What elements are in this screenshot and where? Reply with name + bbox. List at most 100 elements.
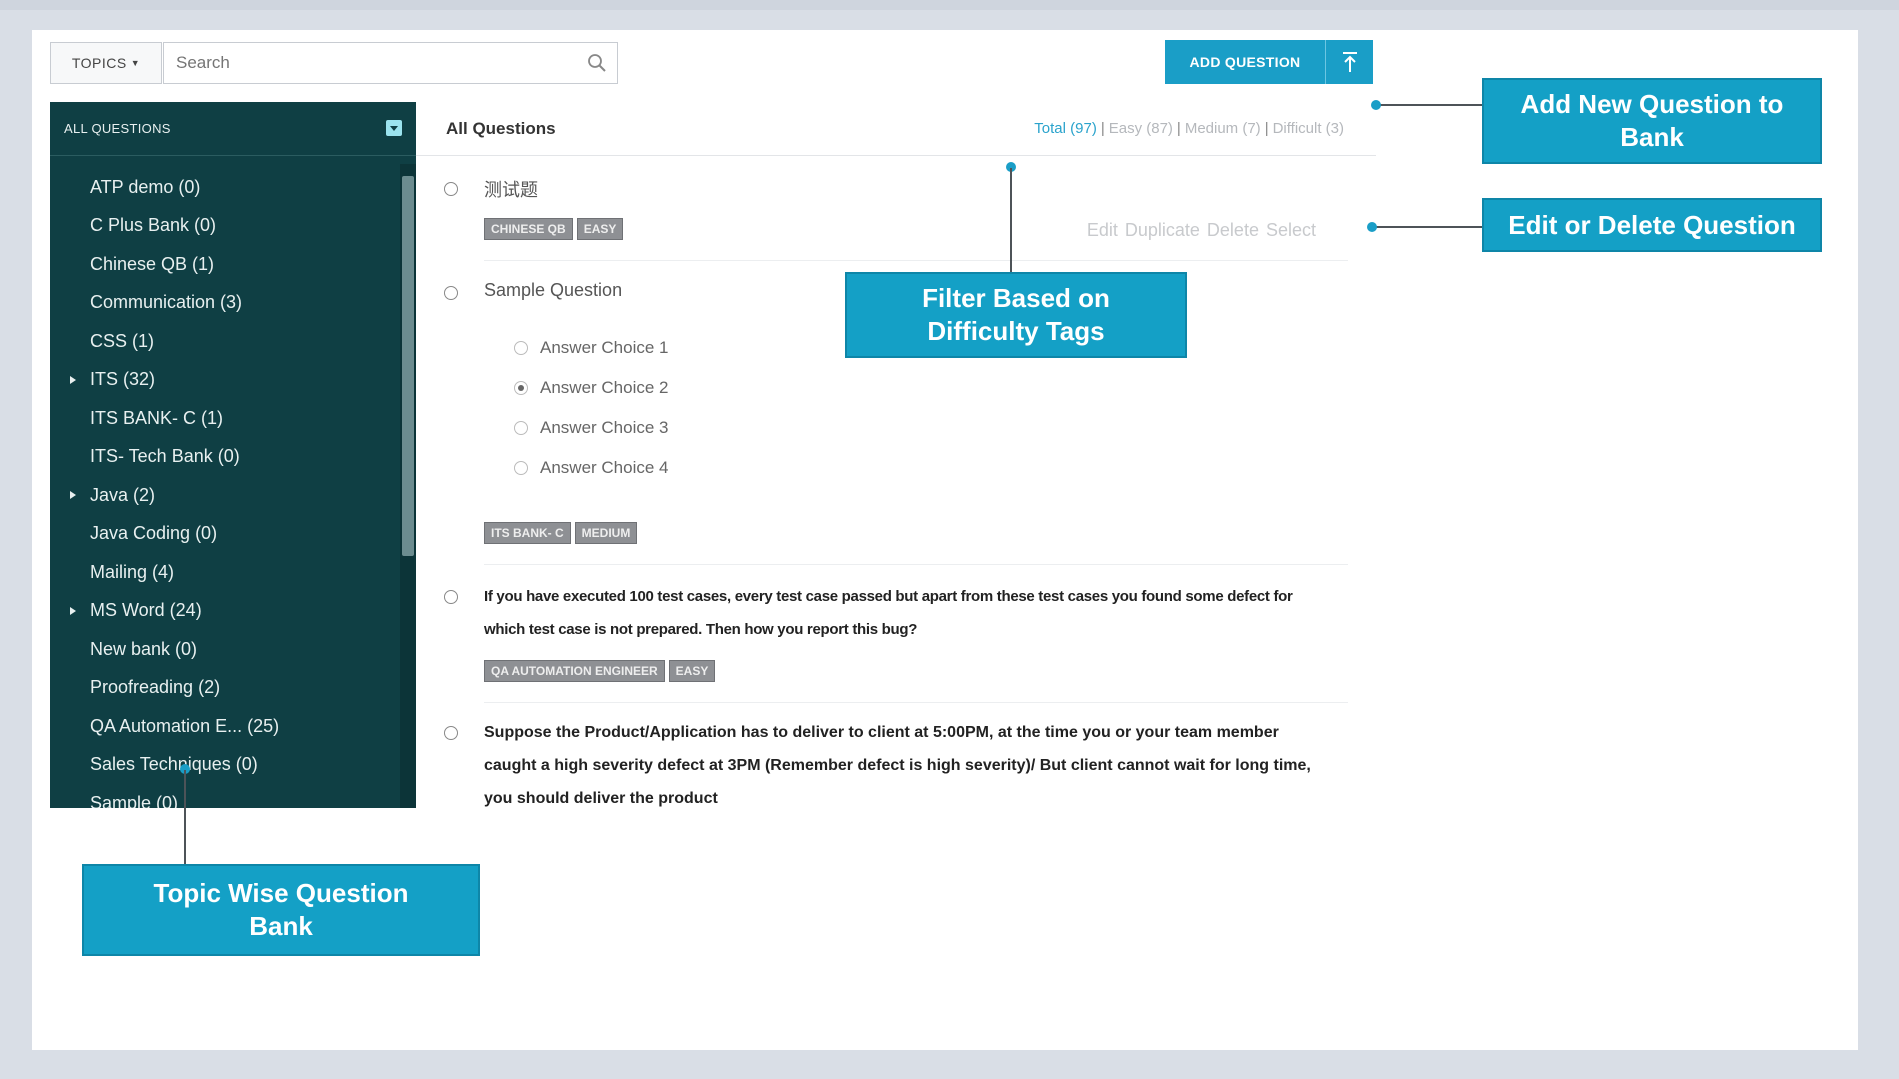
question-tags: ITS BANK- C MEDIUM <box>484 522 641 544</box>
expand-arrow-icon[interactable] <box>70 606 76 615</box>
chevron-down-icon: ▼ <box>130 58 141 68</box>
sidebar-item[interactable]: Proofreading (2) <box>50 669 400 708</box>
duplicate-link[interactable]: Duplicate <box>1125 220 1200 240</box>
question-bullet-icon[interactable] <box>444 286 458 300</box>
filter-easy[interactable]: Easy (87) <box>1109 120 1173 137</box>
sidebar-item-label: Proofreading (2) <box>90 677 221 698</box>
sidebar-item[interactable]: Communication (3) <box>50 284 400 323</box>
sidebar-item[interactable]: ITS BANK- C (1) <box>50 399 400 438</box>
question-text: Sample Question <box>484 280 623 300</box>
radio-icon[interactable] <box>514 461 528 475</box>
callout-pin <box>1367 222 1377 232</box>
filter-total[interactable]: Total (97) <box>1034 120 1097 137</box>
sidebar-item[interactable]: Chinese QB (1) <box>50 245 400 284</box>
question-text: 测试题 <box>484 180 538 200</box>
question-text: If you have executed 100 test cases, eve… <box>484 588 1293 638</box>
delete-link[interactable]: Delete <box>1207 220 1259 240</box>
upload-icon[interactable] <box>1326 50 1373 74</box>
difficulty-tag: MEDIUM <box>574 522 638 544</box>
answer-choice-label: Answer Choice 1 <box>540 338 669 357</box>
radio-selected-icon[interactable] <box>514 381 528 395</box>
answer-choice-label: Answer Choice 4 <box>540 458 669 477</box>
question-bullet-icon[interactable] <box>444 590 458 604</box>
page-title: All Questions <box>446 118 556 138</box>
topic-list: ATP demo (0) C Plus Bank (0) Chinese QB … <box>50 168 400 808</box>
sidebar-item-label: Mailing (4) <box>90 561 175 582</box>
topic-tag: ITS BANK- C <box>484 522 571 544</box>
callout-edit-delete: Edit or Delete Question <box>1482 198 1822 252</box>
divider <box>484 702 1348 703</box>
sidebar-item-label: Java (2) <box>90 484 156 505</box>
expand-arrow-icon[interactable] <box>70 375 76 384</box>
sidebar-item[interactable]: Java Coding (0) <box>50 515 400 554</box>
search-input[interactable] <box>176 53 576 73</box>
sidebar-item[interactable]: Java (2) <box>50 476 400 515</box>
divider <box>484 260 1348 261</box>
sidebar-item[interactable]: ITS (32) <box>50 361 400 400</box>
question-bullet-icon[interactable] <box>444 726 458 740</box>
edit-link[interactable]: Edit <box>1087 220 1118 240</box>
sidebar-item-label: QA Automation E... (25) <box>90 715 280 736</box>
question-text: Suppose the Product/Application has to d… <box>484 724 1311 807</box>
search-icon[interactable] <box>587 53 607 73</box>
answer-choice-label: Answer Choice 3 <box>540 418 669 437</box>
select-link[interactable]: Select <box>1266 220 1316 240</box>
sidebar-header[interactable]: ALL QUESTIONS <box>50 102 416 156</box>
callout-text: Add New Question to Bank <box>1520 89 1784 152</box>
answer-choice[interactable]: Answer Choice 4 <box>514 458 669 478</box>
topics-dropdown[interactable]: TOPICS ▼ <box>50 42 162 84</box>
sidebar-item[interactable]: CSS (1) <box>50 322 400 361</box>
callout-connector <box>1372 226 1482 228</box>
callout-connector <box>1376 104 1482 106</box>
callout-text: Topic Wise Question Bank <box>153 878 409 941</box>
sidebar-item[interactable]: C Plus Bank (0) <box>50 207 400 246</box>
expand-arrow-icon[interactable] <box>70 491 76 499</box>
sidebar-item-label: ATP demo (0) <box>90 176 201 197</box>
filter-medium[interactable]: Medium (7) <box>1185 120 1261 137</box>
sidebar-header-label: ALL QUESTIONS <box>64 121 171 136</box>
callout-topic-bank: Topic Wise Question Bank <box>82 864 480 956</box>
top-toolbar: TOPICS ▼ ADD QUESTION <box>50 38 1373 94</box>
sidebar-item-label: ITS BANK- C (1) <box>90 407 224 428</box>
topics-label: TOPICS <box>71 55 127 71</box>
sidebar-item-label: CSS (1) <box>90 330 155 351</box>
collapse-icon[interactable] <box>386 120 402 136</box>
radio-icon[interactable] <box>514 421 528 435</box>
difficulty-filters: Total (97) | Easy (87) | Medium (7) | Difficul… <box>1034 120 1344 137</box>
sidebar-item[interactable]: MS Word (24) <box>50 592 400 631</box>
search-box[interactable] <box>163 42 618 84</box>
question-actions: Edit Duplicate Delete Select <box>1087 220 1316 241</box>
questions-panel: All Questions Total (97) | Easy (87) | Mediu… <box>416 102 1376 808</box>
sidebar-item[interactable]: Mailing (4) <box>50 553 400 592</box>
sidebar-item-label: New bank (0) <box>90 638 198 659</box>
sidebar-item[interactable]: ATP demo (0) <box>50 168 400 207</box>
answer-choice[interactable]: Answer Choice 1 <box>514 338 669 358</box>
difficulty-tag: EASY <box>668 660 716 682</box>
topic-tag: CHINESE QB <box>484 218 573 240</box>
answer-choice[interactable]: Answer Choice 2 <box>514 378 669 398</box>
filter-difficult[interactable]: Difficult (3) <box>1273 120 1344 137</box>
callout-text: Edit or Delete Question <box>1508 209 1796 240</box>
questions-header: All Questions Total (97) | Easy (87) | Mediu… <box>416 102 1376 156</box>
sidebar-item[interactable]: Sales Techniques (0) <box>50 746 400 785</box>
difficulty-tag: EASY <box>576 218 624 240</box>
sidebar-item-label: Sample (0) <box>90 792 179 808</box>
radio-icon[interactable] <box>514 341 528 355</box>
sidebar-item[interactable]: QA Automation E... (25) <box>50 707 400 746</box>
sidebar-scroll-thumb[interactable] <box>402 176 414 556</box>
topic-tag: QA AUTOMATION ENGINEER <box>484 660 665 682</box>
callout-filter-difficulty: Filter Based on Difficulty Tags <box>845 272 1187 358</box>
sidebar-item-label: Communication (3) <box>90 292 243 313</box>
divider <box>484 564 1348 565</box>
sidebar-item-label: Java Coding (0) <box>90 523 218 544</box>
add-question-button[interactable]: ADD QUESTION <box>1165 40 1373 84</box>
topic-sidebar: ALL QUESTIONS ATP demo (0) C Plus Bank (… <box>50 102 416 808</box>
sidebar-item[interactable]: New bank (0) <box>50 630 400 669</box>
sidebar-item-label: Sales Techniques (0) <box>90 754 258 775</box>
sidebar-item[interactable]: ITS- Tech Bank (0) <box>50 438 400 477</box>
callout-add-new-question: Add New Question to Bank <box>1482 78 1822 164</box>
question-bullet-icon[interactable] <box>444 182 458 196</box>
callout-text: Filter Based on Difficulty Tags <box>922 283 1110 346</box>
answer-choice[interactable]: Answer Choice 3 <box>514 418 669 438</box>
sidebar-item[interactable]: Sample (0) <box>50 784 400 808</box>
